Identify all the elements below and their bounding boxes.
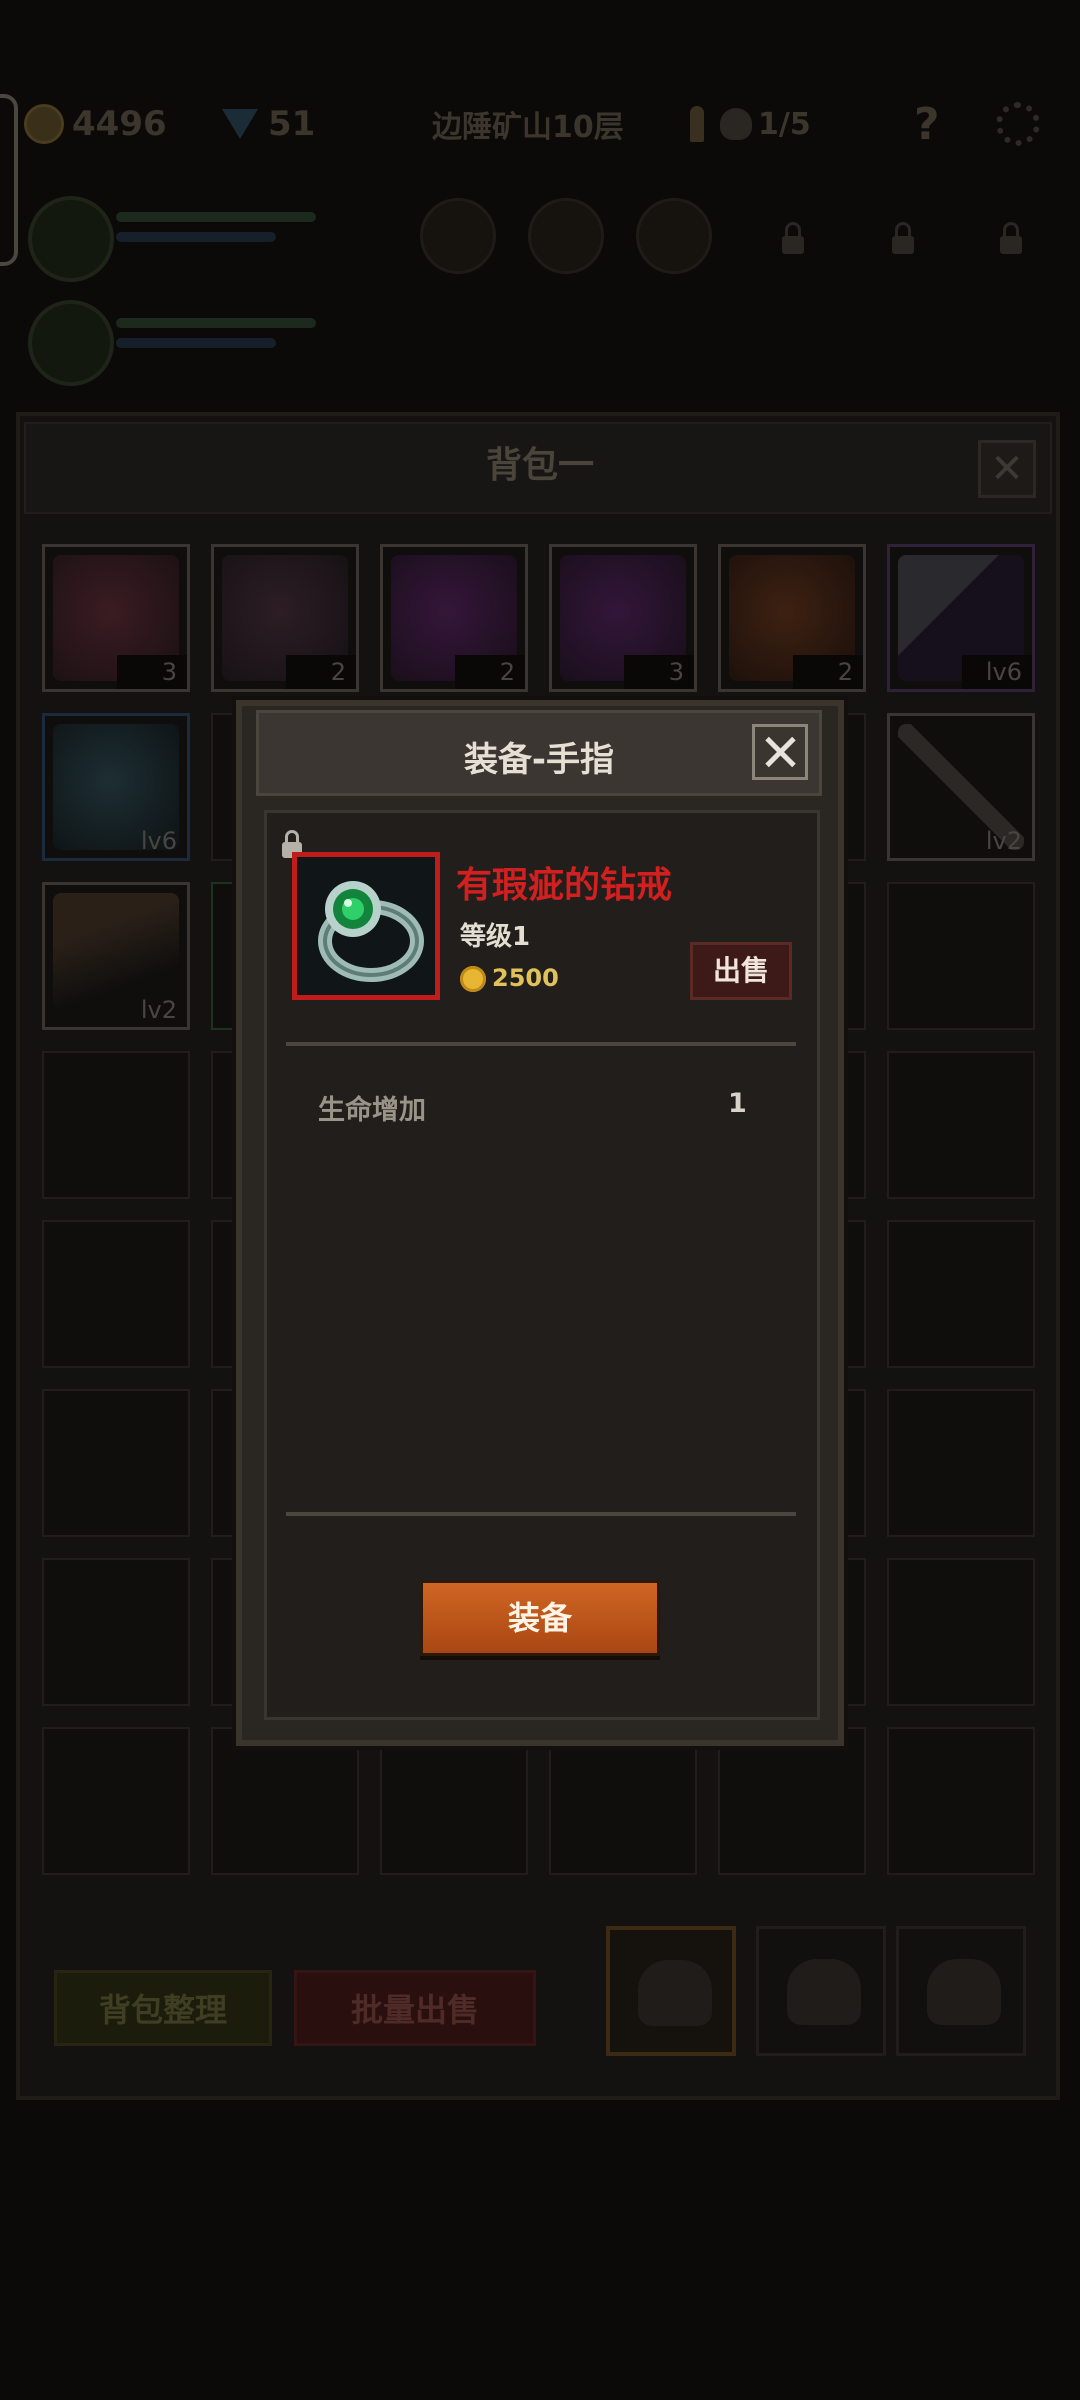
skill-lock-icon bbox=[892, 222, 914, 254]
inventory-slot[interactable] bbox=[887, 1727, 1035, 1875]
location-label: 边陲矿山10层 bbox=[432, 110, 624, 145]
hero-portrait-1[interactable] bbox=[28, 196, 114, 282]
gold-coin-icon bbox=[460, 966, 486, 992]
item-name: 有瑕疵的钻戒 bbox=[456, 865, 673, 906]
skull-icon bbox=[720, 108, 752, 140]
item-level: 等级1 bbox=[460, 922, 531, 952]
help-button[interactable]: ? bbox=[914, 88, 940, 160]
inventory-slot[interactable] bbox=[549, 1727, 697, 1875]
ring-icon bbox=[297, 857, 435, 995]
inventory-slot[interactable] bbox=[42, 1727, 190, 1875]
inventory-slot[interactable] bbox=[887, 1051, 1035, 1199]
sort-backpack-button[interactable]: 背包整理 bbox=[54, 1970, 272, 2046]
inventory-slot[interactable] bbox=[887, 1389, 1035, 1537]
top-hud: 4496 51 边陲矿山10层 1/5 ? bbox=[0, 88, 1080, 160]
stat-label: 生命增加 bbox=[318, 1095, 426, 1126]
gold-counter: 4496 bbox=[24, 88, 167, 160]
backpack-title: 背包一 bbox=[485, 445, 594, 486]
inventory-slot[interactable] bbox=[42, 1558, 190, 1706]
backpack-close-button[interactable]: ✕ bbox=[978, 440, 1036, 498]
inventory-slot[interactable] bbox=[887, 1220, 1035, 1368]
inventory-slot[interactable]: lv2 bbox=[42, 882, 190, 1030]
inventory-slot[interactable]: lv2 bbox=[887, 713, 1035, 861]
skill-lock-icon bbox=[782, 222, 804, 254]
inventory-slot[interactable]: 3 bbox=[549, 544, 697, 692]
boss-progress: 1/5 bbox=[690, 88, 811, 160]
inventory-slot[interactable] bbox=[211, 1727, 359, 1875]
inventory-slot[interactable] bbox=[887, 1558, 1035, 1706]
backpack-icon bbox=[638, 1960, 712, 2026]
gold-coin-icon bbox=[24, 104, 64, 144]
skill-slot-2[interactable] bbox=[528, 198, 604, 274]
bulk-sell-button[interactable]: 批量出售 bbox=[294, 1970, 536, 2046]
hero-mp-bar-2 bbox=[116, 338, 276, 348]
skill-lock-icon bbox=[1000, 222, 1022, 254]
inventory-slot[interactable]: 2 bbox=[718, 544, 866, 692]
inventory-slot[interactable]: 2 bbox=[380, 544, 528, 692]
inventory-slot[interactable] bbox=[42, 1220, 190, 1368]
divider bbox=[286, 1042, 796, 1046]
stat-value: 1 bbox=[728, 1088, 747, 1119]
item-icon-frame bbox=[292, 852, 440, 1000]
equip-button[interactable]: 装备 bbox=[420, 1580, 660, 1656]
settings-gear-icon[interactable] bbox=[996, 88, 1040, 160]
bag-tab-2[interactable] bbox=[756, 1926, 886, 2056]
inventory-slot[interactable] bbox=[42, 1051, 190, 1199]
hero-portrait-2[interactable] bbox=[28, 300, 114, 386]
inventory-slot[interactable]: 2 bbox=[211, 544, 359, 692]
inventory-slot[interactable] bbox=[718, 1727, 866, 1875]
backpack-icon bbox=[927, 1959, 1001, 2025]
item-price: 2500 bbox=[492, 964, 559, 992]
hero-hp-bar-1 bbox=[116, 212, 316, 222]
inventory-slot[interactable] bbox=[42, 1389, 190, 1537]
sell-button[interactable]: 出售 bbox=[690, 942, 792, 1000]
inventory-slot[interactable] bbox=[887, 882, 1035, 1030]
hero-mp-bar-1 bbox=[116, 232, 276, 242]
inventory-slot[interactable]: lv6 bbox=[887, 544, 1035, 692]
inventory-slot[interactable]: 3 bbox=[42, 544, 190, 692]
gem-icon bbox=[222, 109, 258, 139]
inventory-slot[interactable]: lv6 bbox=[42, 713, 190, 861]
divider bbox=[286, 1512, 796, 1516]
backpack-icon bbox=[787, 1959, 861, 2025]
bag-tab-1[interactable] bbox=[606, 1926, 736, 2056]
bag-tab-3[interactable] bbox=[896, 1926, 1026, 2056]
inventory-slot[interactable] bbox=[380, 1727, 528, 1875]
skill-slot-1[interactable] bbox=[420, 198, 496, 274]
hero-hp-bar-2 bbox=[116, 318, 316, 328]
gem-counter: 51 bbox=[222, 88, 315, 160]
key-icon bbox=[690, 106, 704, 142]
skill-slot-3[interactable] bbox=[636, 198, 712, 274]
modal-title: 装备-手指 bbox=[463, 740, 615, 780]
modal-close-button[interactable] bbox=[752, 724, 808, 780]
